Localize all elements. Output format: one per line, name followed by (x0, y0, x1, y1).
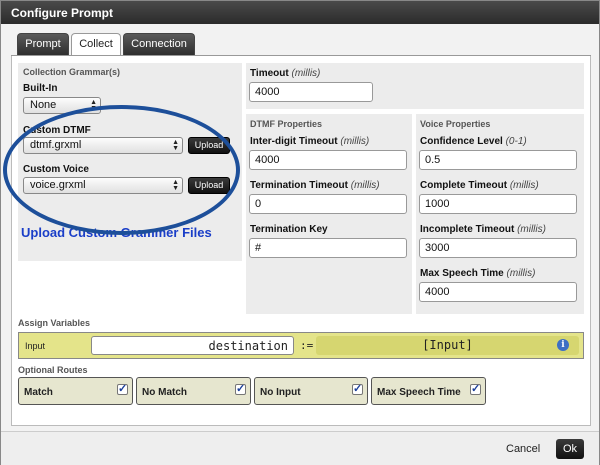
termination-timeout-label: Termination Timeout (millis) (250, 180, 380, 191)
assign-operator: := (300, 339, 314, 352)
assign-variables-heading: Assign Variables (18, 318, 91, 328)
complete-timeout-input[interactable]: 1000 (419, 194, 577, 214)
dialog-title: Configure Prompt (1, 1, 599, 24)
route-match[interactable]: Match ✓ (18, 377, 133, 405)
tab-collect[interactable]: Collect (71, 33, 121, 55)
route-no-input[interactable]: No Input ✓ (254, 377, 368, 405)
timeout-panel: Timeout (millis) 4000 (246, 63, 584, 109)
assign-variable-input[interactable]: destination (91, 336, 294, 355)
configure-prompt-dialog: Configure Prompt Prompt Collect Connecti… (0, 0, 600, 465)
route-no-input-label: No Input (260, 387, 301, 398)
cancel-button[interactable]: Cancel (506, 443, 540, 455)
assign-value-text: [Input] (422, 338, 473, 352)
route-max-speech-time-checkbox[interactable]: ✓ (470, 384, 481, 395)
route-max-speech-time-label: Max Speech Time (377, 387, 461, 398)
ok-button[interactable]: Ok (556, 439, 584, 459)
termination-timeout-input[interactable]: 0 (249, 194, 407, 214)
route-max-speech-time[interactable]: Max Speech Time ✓ (371, 377, 486, 405)
route-no-match-label: No Match (142, 387, 187, 398)
termination-key-label: Termination Key (250, 224, 328, 235)
max-speech-time-input[interactable]: 4000 (419, 282, 577, 302)
interdigit-timeout-label: Inter-digit Timeout (millis) (250, 136, 370, 147)
interdigit-timeout-input[interactable]: 4000 (249, 150, 407, 170)
assign-value-field[interactable]: [Input] i (316, 336, 579, 355)
voice-properties-panel: Voice Properties Confidence Level (0-1) … (416, 114, 584, 314)
termination-key-input[interactable]: # (249, 238, 407, 258)
tab-prompt[interactable]: Prompt (17, 33, 69, 55)
incomplete-timeout-label: Incomplete Timeout (millis) (420, 224, 546, 235)
complete-timeout-label: Complete Timeout (millis) (420, 180, 539, 191)
grammar-heading: Collection Grammar(s) (23, 67, 121, 77)
assign-variable-row: Input destination := [Input] i (18, 332, 584, 359)
highlight-oval (3, 105, 240, 235)
assign-row-label: Input (25, 341, 46, 351)
builtin-label: Built-In (23, 83, 58, 94)
route-no-match[interactable]: No Match ✓ (136, 377, 251, 405)
confidence-level-input[interactable]: 0.5 (419, 150, 577, 170)
timeout-label: Timeout (millis) (250, 68, 321, 79)
tab-connection[interactable]: Connection (123, 33, 195, 55)
route-match-checkbox[interactable]: ✓ (117, 384, 128, 395)
dialog-footer: Cancel Ok (1, 431, 599, 465)
builtin-select-value: None (30, 99, 57, 111)
route-no-match-checkbox[interactable]: ✓ (235, 384, 246, 395)
optional-routes-heading: Optional Routes (18, 365, 88, 375)
dtmf-properties-heading: DTMF Properties (250, 119, 323, 129)
voice-properties-heading: Voice Properties (420, 119, 491, 129)
dtmf-properties-panel: DTMF Properties Inter-digit Timeout (mil… (246, 114, 412, 314)
max-speech-time-label: Max Speech Time (millis) (420, 268, 536, 279)
confidence-level-label: Confidence Level (0-1) (420, 136, 527, 147)
route-match-label: Match (24, 387, 53, 398)
timeout-input[interactable]: 4000 (249, 82, 373, 102)
info-icon[interactable]: i (557, 339, 569, 351)
route-no-input-checkbox[interactable]: ✓ (352, 384, 363, 395)
incomplete-timeout-input[interactable]: 3000 (419, 238, 577, 258)
